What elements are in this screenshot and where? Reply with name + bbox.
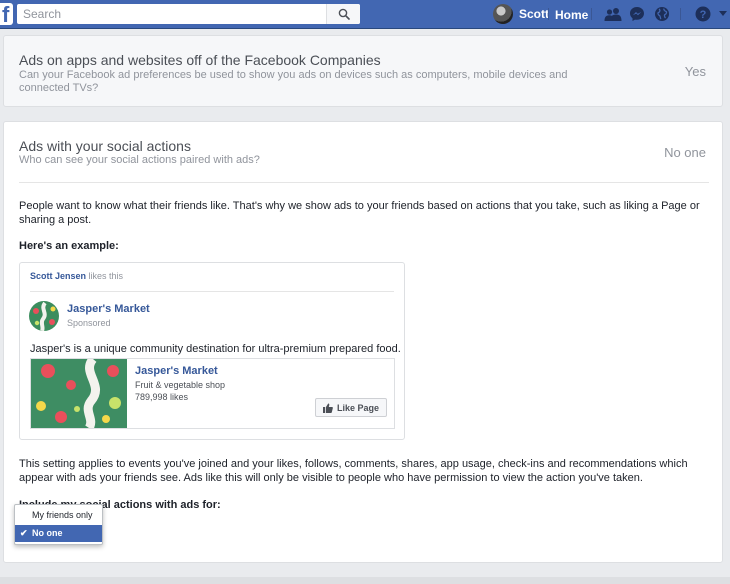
globe-icon[interactable]	[653, 5, 671, 23]
search-icon	[338, 8, 350, 20]
setting-card-off-facebook-ads[interactable]: Ads on apps and websites off of the Face…	[3, 35, 723, 107]
search-input[interactable]	[17, 4, 325, 24]
help-icon[interactable]: ?	[694, 5, 712, 23]
divider	[19, 182, 709, 183]
setting-title[interactable]: Ads with your social actions	[19, 138, 191, 154]
setting-value: Yes	[684, 64, 706, 79]
ad-social-context: Scott Jensen likes this	[30, 271, 123, 281]
avatar	[493, 4, 513, 24]
page-avatar[interactable]	[29, 301, 59, 331]
setting-title: Ads on apps and websites off of the Face…	[19, 52, 381, 68]
nav-profile-link[interactable]: Scott	[493, 4, 549, 24]
like-page-label: Like Page	[336, 402, 380, 413]
checkmark-icon: ✔	[20, 528, 28, 538]
caret-down-icon[interactable]	[717, 5, 729, 23]
liker-action: likes this	[88, 271, 124, 281]
ad-description: Jasper's is a unique community destinati…	[30, 343, 401, 355]
ad-page-name[interactable]: Jasper's Market	[67, 303, 150, 315]
setting-value: No one	[664, 145, 706, 160]
example-ad-preview: Scott Jensen likes this Jasper's Market …	[19, 262, 405, 440]
nav-separator	[548, 8, 549, 20]
top-navigation-bar: f Scott Home	[0, 0, 730, 29]
messenger-icon[interactable]	[628, 5, 646, 23]
like-page-button[interactable]: Like Page	[315, 398, 387, 417]
dropdown-option-my-friends-only[interactable]: My friends only	[15, 507, 102, 524]
attachment-like-count: 789,998 likes	[135, 392, 189, 402]
audience-dropdown-menu: My friends only ✔ No one	[14, 504, 103, 545]
intro-text: People want to know what their friends l…	[19, 200, 700, 226]
nav-home-link[interactable]: Home	[555, 8, 588, 22]
setting-note: This setting applies to events you've jo…	[19, 458, 688, 484]
nav-user-name: Scott	[519, 7, 549, 21]
thumbs-up-icon	[322, 403, 333, 413]
svg-text:?: ?	[700, 9, 707, 21]
nav-separator	[591, 8, 592, 20]
dropdown-option-no-one[interactable]: ✔ No one	[15, 525, 102, 542]
friends-icon[interactable]	[604, 5, 622, 23]
search-box	[17, 4, 360, 24]
setting-description: Can your Facebook ad preferences be used…	[19, 69, 568, 94]
facebook-logo[interactable]: f	[0, 2, 13, 27]
search-button[interactable]	[326, 4, 360, 24]
page-footer-band	[0, 577, 730, 584]
example-heading: Here's an example:	[19, 240, 119, 252]
attachment-page-name[interactable]: Jasper's Market	[135, 365, 218, 377]
setting-description: Who can see your social actions paired w…	[19, 154, 260, 166]
facebook-logo-letter: f	[2, 2, 10, 27]
setting-card-social-actions: Ads with your social actions Who can see…	[3, 121, 723, 563]
liker-name[interactable]: Scott Jensen	[30, 271, 86, 281]
ad-page-attachment[interactable]: Jasper's Market Fruit & vegetable shop 7…	[30, 358, 395, 429]
attachment-category: Fruit & vegetable shop	[135, 380, 226, 390]
sponsored-label: Sponsored	[67, 318, 111, 328]
dropdown-option-label: No one	[32, 528, 63, 538]
nav-separator	[680, 8, 681, 20]
ad-image	[31, 359, 127, 428]
divider	[30, 291, 394, 292]
